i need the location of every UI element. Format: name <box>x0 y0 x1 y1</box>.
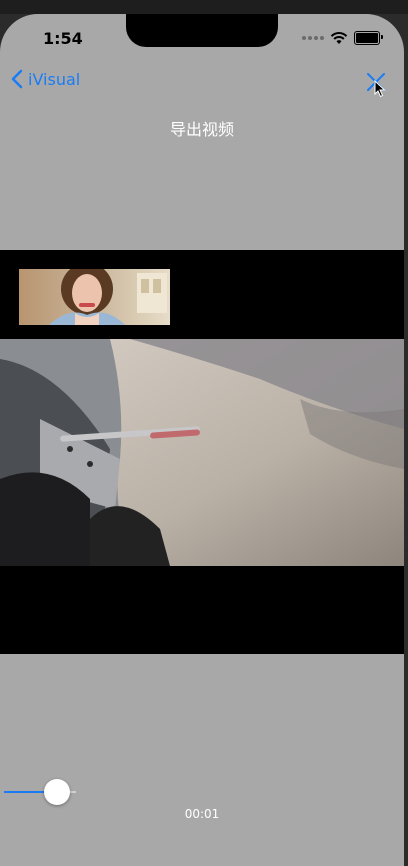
notch <box>126 14 278 47</box>
wifi-icon <box>330 31 348 44</box>
status-time: 1:54 <box>43 29 83 48</box>
signal-icon <box>302 36 324 40</box>
status-indicators <box>302 31 383 45</box>
app-window: 1:54 iVisual 导出视频 00:01 <box>0 0 408 866</box>
playback-time: 00:01 <box>184 807 220 821</box>
mouse-cursor-icon <box>374 80 386 98</box>
video-preview <box>0 250 404 654</box>
chevron-left-icon <box>11 69 23 89</box>
volume-slider[interactable] <box>0 779 80 805</box>
back-label: iVisual <box>28 69 81 89</box>
battery-icon <box>354 31 383 45</box>
phone-screen: 1:54 iVisual 导出视频 00:01 <box>0 14 404 866</box>
right-edge <box>404 14 408 866</box>
back-button[interactable]: iVisual <box>10 69 80 89</box>
top-strip <box>0 0 408 14</box>
pip-thumbnail[interactable] <box>19 269 170 325</box>
main-video[interactable] <box>0 339 404 566</box>
slider-thumb[interactable] <box>44 779 70 805</box>
page-title: 导出视频 <box>169 120 234 139</box>
